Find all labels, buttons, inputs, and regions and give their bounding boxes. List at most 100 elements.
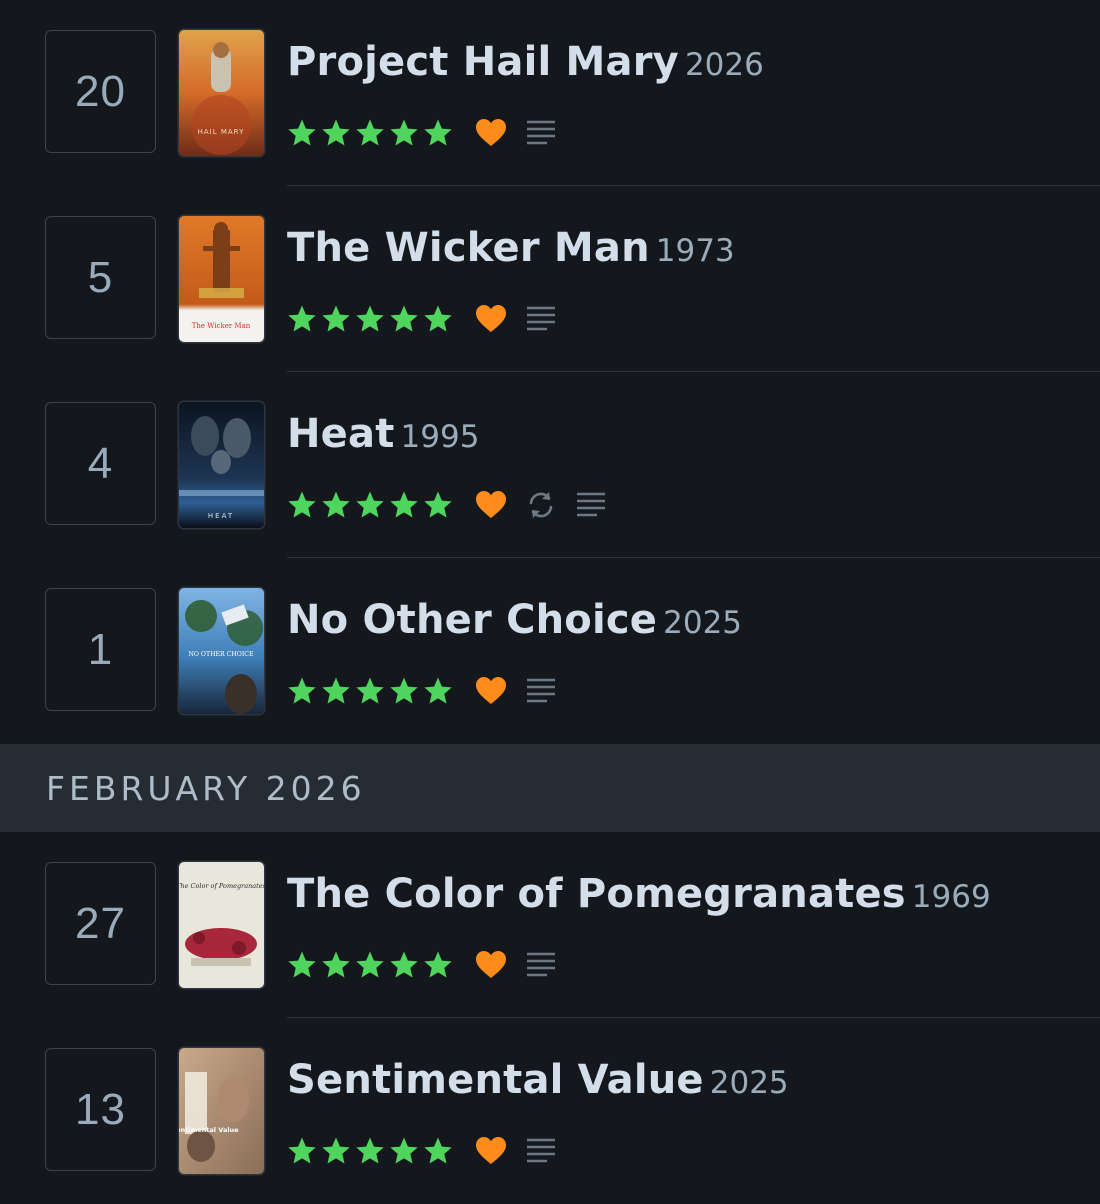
heart-icon: [476, 677, 506, 704]
star-icon: [390, 677, 418, 704]
day-number[interactable]: 13: [45, 1048, 156, 1171]
day-number[interactable]: 20: [45, 30, 156, 153]
film-poster[interactable]: Sentimental Value: [179, 1048, 264, 1174]
poster-image: The Color of Pomegranates: [179, 862, 264, 988]
film-year[interactable]: 2025: [710, 1065, 789, 1101]
review-lines-icon[interactable]: [575, 489, 607, 521]
title-line: Heat 1995: [287, 414, 479, 454]
star-rating: [287, 490, 457, 520]
entry-meta: [287, 487, 607, 523]
diary-entry[interactable]: 20 HAIL MARY Project Hail Mary 2026: [0, 0, 1100, 186]
month-label: FEBRUARY 2026: [46, 768, 366, 808]
film-year[interactable]: 1969: [912, 879, 991, 915]
month-header: FEBRUARY 2026: [0, 744, 1100, 832]
poster-image: Sentimental Value: [179, 1048, 264, 1174]
entry-meta: [287, 673, 557, 709]
entry-meta: [287, 947, 557, 983]
star-icon: [390, 1137, 418, 1164]
diary-entry[interactable]: 13 Sentimental Value Sentimental Value20…: [0, 1018, 1100, 1204]
film-title[interactable]: Heat: [287, 411, 395, 457]
title-line: No Other Choice 2025: [287, 600, 742, 640]
diary-entry[interactable]: 4 HEAT Heat 1995: [0, 372, 1100, 558]
title-line: The Color of Pomegranates 1969: [287, 874, 991, 914]
film-year[interactable]: 1995: [401, 419, 480, 455]
review-lines-icon[interactable]: [525, 949, 557, 981]
poster-image: HEAT: [179, 402, 264, 528]
film-poster[interactable]: HAIL MARY: [179, 30, 264, 156]
film-year[interactable]: 1973: [656, 233, 735, 269]
film-poster[interactable]: The Color of Pomegranates: [179, 862, 264, 988]
star-icon: [424, 119, 452, 146]
review-lines-icon[interactable]: [525, 675, 557, 707]
star-icon: [288, 677, 316, 704]
star-icon: [424, 1137, 452, 1164]
day-number[interactable]: 4: [45, 402, 156, 525]
title-line: Project Hail Mary 2026: [287, 42, 764, 82]
star-icon: [322, 491, 350, 518]
star-icon: [424, 677, 452, 704]
star-icon: [390, 119, 418, 146]
rewatch-icon: [529, 492, 553, 518]
star-icon: [356, 1137, 384, 1164]
star-icon: [322, 1137, 350, 1164]
star-icon: [322, 305, 350, 332]
film-year[interactable]: 2025: [663, 605, 742, 641]
review-lines-icon[interactable]: [525, 303, 557, 335]
film-poster[interactable]: HEAT: [179, 402, 264, 528]
star-icon: [288, 119, 316, 146]
star-icon: [390, 305, 418, 332]
star-rating: [287, 1136, 457, 1166]
poster-text: The Color of Pomegranates: [179, 882, 264, 890]
day-number[interactable]: 27: [45, 862, 156, 985]
star-icon: [424, 491, 452, 518]
star-rating: [287, 118, 457, 148]
poster-image: NO OTHER CHOICE: [179, 588, 264, 714]
film-poster[interactable]: NO OTHER CHOICE: [179, 588, 264, 714]
star-icon: [322, 119, 350, 146]
day-number[interactable]: 5: [45, 216, 156, 339]
diary-entry[interactable]: 1 NO OTHER CHOICE No Other Choice 2025: [0, 558, 1100, 744]
star-icon: [424, 305, 452, 332]
star-rating: [287, 676, 457, 706]
heart-icon: [476, 305, 506, 332]
star-icon: [356, 119, 384, 146]
star-icon: [288, 305, 316, 332]
film-title[interactable]: The Wicker Man: [287, 225, 650, 271]
poster-text: The Wicker Man: [192, 322, 251, 330]
star-icon: [322, 677, 350, 704]
star-rating: [287, 304, 457, 334]
film-title[interactable]: Sentimental Value: [287, 1057, 704, 1103]
star-icon: [356, 951, 384, 978]
star-icon: [288, 491, 316, 518]
star-icon: [390, 951, 418, 978]
poster-text: HAIL MARY: [198, 128, 245, 136]
star-icon: [356, 491, 384, 518]
entry-meta: [287, 115, 557, 151]
diary-entry[interactable]: 5 The Wicker Man The Wicker Man 1973: [0, 186, 1100, 372]
day-number[interactable]: 1: [45, 588, 156, 711]
heart-icon: [476, 491, 506, 518]
entry-meta: [287, 1133, 557, 1169]
film-year[interactable]: 2026: [685, 47, 764, 83]
poster-image: HAIL MARY: [179, 30, 264, 156]
entry-meta: [287, 301, 557, 337]
star-icon: [288, 951, 316, 978]
film-title[interactable]: Project Hail Mary: [287, 39, 679, 85]
star-icon: [356, 305, 384, 332]
star-icon: [390, 491, 418, 518]
star-icon: [288, 1137, 316, 1164]
diary-entry[interactable]: 27 The Color of Pomegranates The Color o…: [0, 832, 1100, 1018]
title-line: The Wicker Man 1973: [287, 228, 735, 268]
heart-icon: [476, 951, 506, 978]
review-lines-icon[interactable]: [525, 1135, 557, 1167]
poster-text: NO OTHER CHOICE: [188, 651, 254, 658]
title-line: Sentimental Value 2025: [287, 1060, 789, 1100]
review-lines-icon[interactable]: [525, 117, 557, 149]
film-poster[interactable]: The Wicker Man: [179, 216, 264, 342]
poster-text: Sentimental Value: [179, 1126, 239, 1134]
heart-icon: [476, 1137, 506, 1164]
star-icon: [356, 677, 384, 704]
film-title[interactable]: No Other Choice: [287, 597, 657, 643]
heart-icon: [476, 119, 506, 146]
film-title[interactable]: The Color of Pomegranates: [287, 871, 906, 917]
